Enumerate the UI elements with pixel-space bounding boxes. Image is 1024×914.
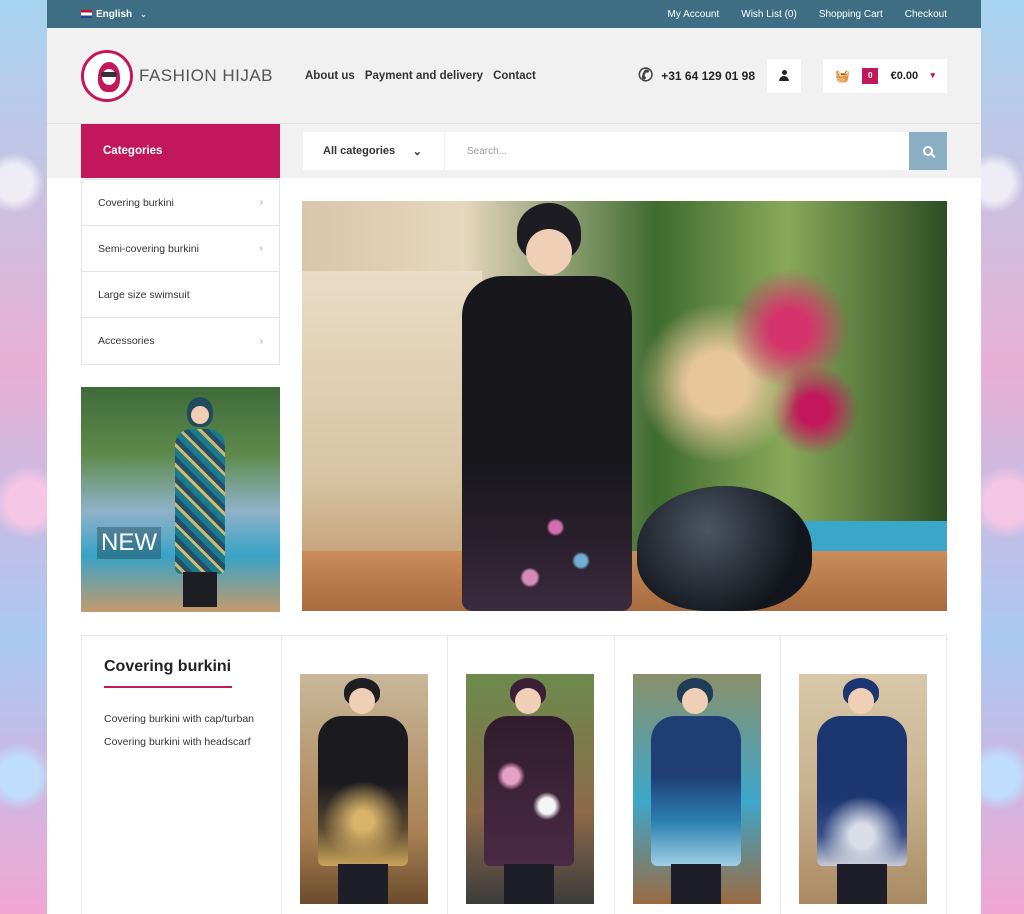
logo-icon bbox=[81, 49, 133, 102]
checkout-link[interactable]: Checkout bbox=[905, 9, 947, 20]
cart-button[interactable]: 🧺 0 €0.00 ▾ bbox=[823, 58, 947, 93]
model-image bbox=[412, 201, 632, 611]
product-card[interactable] bbox=[282, 636, 449, 914]
top-links: My Account Wish List (0) Shopping Cart C… bbox=[668, 9, 947, 20]
sidebar-item-label: Accessories bbox=[98, 335, 155, 347]
nav-contact[interactable]: Contact bbox=[493, 70, 536, 82]
category-select[interactable]: All categories ⌄ bbox=[303, 132, 445, 170]
category-search-bar: Categories All categories ⌄ bbox=[47, 124, 981, 178]
search-icon bbox=[923, 146, 933, 156]
hero-banner[interactable] bbox=[302, 201, 947, 611]
product-card[interactable] bbox=[448, 636, 615, 914]
page: English ⌄ My Account Wish List (0) Shopp… bbox=[47, 0, 981, 914]
background-pattern-left bbox=[0, 0, 47, 914]
sidebar-item-semi-covering-burkini[interactable]: Semi-covering burkini › bbox=[82, 226, 279, 272]
logo[interactable]: FASHION HIJAB bbox=[81, 49, 305, 102]
chevron-down-icon: ⌄ bbox=[412, 145, 422, 158]
search-bar: All categories ⌄ bbox=[303, 132, 947, 170]
model-image bbox=[169, 397, 229, 607]
product-image bbox=[466, 674, 595, 904]
new-label: NEW bbox=[97, 527, 161, 559]
user-icon bbox=[779, 70, 789, 81]
product-card[interactable] bbox=[781, 636, 946, 914]
subcategory-link-cap-turban[interactable]: Covering burkini with cap/turban bbox=[104, 708, 259, 731]
new-collection-banner[interactable]: NEW bbox=[81, 387, 280, 612]
chevron-right-icon: › bbox=[259, 243, 263, 254]
header-actions: ✆ +31 64 129 01 98 🧺 0 €0.00 ▾ bbox=[638, 58, 947, 93]
phone-number: +31 64 129 01 98 bbox=[661, 68, 755, 83]
product-image bbox=[300, 674, 428, 904]
top-bar: English ⌄ My Account Wish List (0) Shopp… bbox=[47, 0, 981, 28]
sidebar-item-covering-burkini[interactable]: Covering burkini › bbox=[82, 180, 279, 226]
cart-count-badge: 0 bbox=[862, 67, 879, 84]
product-card[interactable] bbox=[615, 636, 781, 914]
sidebar-item-accessories[interactable]: Accessories › bbox=[82, 318, 279, 364]
header: FASHION HIJAB About us Payment and deliv… bbox=[47, 28, 981, 124]
section-title: Covering burkini bbox=[104, 658, 232, 688]
chevron-down-icon: ▾ bbox=[930, 70, 935, 80]
chevron-right-icon: › bbox=[259, 335, 263, 347]
category-select-value: All categories bbox=[323, 145, 396, 157]
sidebar-item-label: Covering burkini bbox=[98, 196, 174, 209]
subcategory-link-headscarf[interactable]: Covering burkini with headscarf bbox=[104, 731, 259, 754]
logo-text: FASHION HIJAB bbox=[139, 65, 274, 85]
nav-payment-delivery[interactable]: Payment and delivery bbox=[365, 70, 483, 82]
sidebar-item-large-size-swimsuit[interactable]: Large size swimsuit bbox=[82, 272, 279, 318]
cart-total: €0.00 bbox=[890, 69, 919, 82]
product-section: Covering burkini Covering burkini with c… bbox=[81, 635, 947, 914]
product-image bbox=[798, 674, 927, 904]
shopping-cart-link[interactable]: Shopping Cart bbox=[819, 9, 883, 20]
search-button[interactable] bbox=[909, 132, 947, 170]
netherlands-flag-icon bbox=[81, 10, 92, 18]
category-list: Covering burkini › Semi-covering burkini… bbox=[81, 179, 280, 365]
basket-icon: 🧺 bbox=[835, 68, 850, 83]
chevron-down-icon: ⌄ bbox=[140, 9, 147, 19]
chevron-right-icon: › bbox=[259, 197, 263, 208]
main-nav: About us Payment and delivery Contact bbox=[305, 70, 536, 82]
product-image bbox=[632, 674, 761, 904]
phone-icon: ✆ bbox=[638, 65, 654, 85]
phone-contact[interactable]: ✆ +31 64 129 01 98 bbox=[638, 65, 755, 86]
sidebar-item-label: Semi-covering burkini bbox=[98, 242, 199, 255]
section-intro: Covering burkini Covering burkini with c… bbox=[82, 636, 282, 914]
account-button[interactable] bbox=[767, 58, 801, 93]
my-account-link[interactable]: My Account bbox=[668, 9, 720, 20]
vase-image bbox=[637, 486, 812, 611]
categories-heading[interactable]: Categories bbox=[81, 124, 280, 178]
sidebar: Covering burkini › Semi-covering burkini… bbox=[81, 179, 280, 612]
wish-list-link[interactable]: Wish List (0) bbox=[741, 9, 797, 20]
search-input[interactable] bbox=[445, 132, 909, 170]
nav-about-us[interactable]: About us bbox=[305, 70, 355, 82]
flower-plant-image bbox=[622, 221, 862, 491]
sidebar-item-label: Large size swimsuit bbox=[98, 288, 190, 301]
language-label: English bbox=[96, 8, 133, 20]
subcategory-links: Covering burkini with cap/turban Coverin… bbox=[104, 708, 259, 754]
language-selector[interactable]: English ⌄ bbox=[81, 9, 147, 20]
background-pattern-right bbox=[981, 0, 1024, 914]
